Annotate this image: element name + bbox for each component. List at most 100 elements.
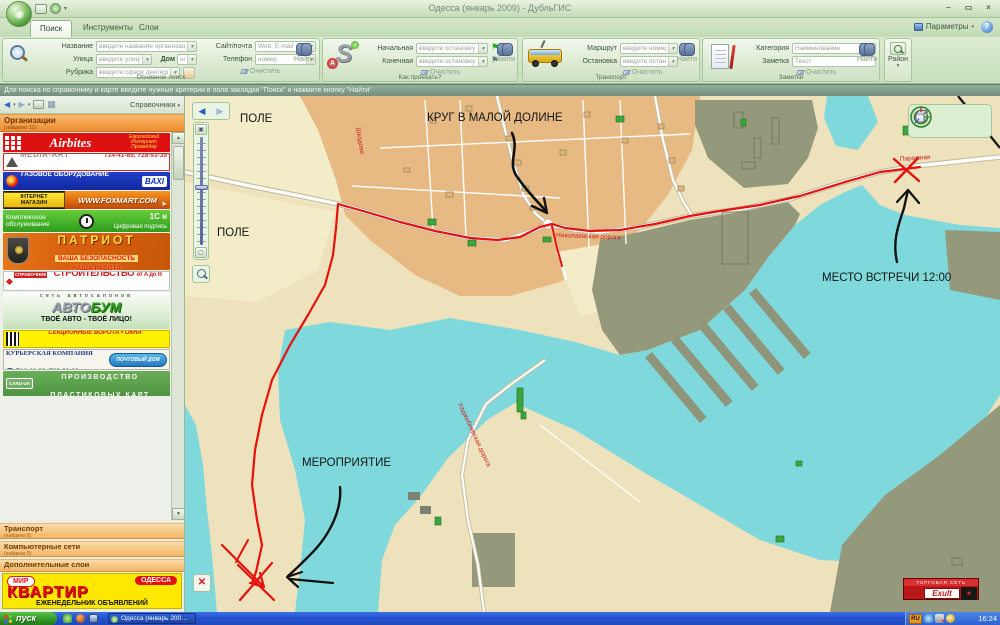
ad-banner-mir-kvartir[interactable]: МИР КВАРТИР ОДЕССА ЕЖЕНЕДЕЛЬНИК ОБЪЯВЛЕН…: [2, 573, 182, 609]
ad-banner-exult[interactable]: ТОРГОВАЯ СЕТЬ Exult ✶: [903, 578, 979, 600]
map-back-icon[interactable]: ◀: [199, 103, 206, 119]
quick-launch: [63, 614, 98, 623]
sidebar-section-extra-layers[interactable]: Дополнительные слои: [0, 559, 184, 572]
results-header-organizations[interactable]: Организации (найдено 11): [0, 114, 184, 132]
back-caret-icon[interactable]: ▾: [13, 102, 16, 108]
find-organizations-button[interactable]: Найти: [291, 40, 317, 76]
zoom-thumb[interactable]: [195, 185, 208, 190]
stroit-range: от А до Я: [137, 272, 162, 278]
cube-3d-icon[interactable]: [909, 105, 933, 129]
name-label: Название: [37, 43, 93, 50]
dropdown-caret-icon[interactable]: ▾: [478, 57, 487, 66]
transport-stop-input[interactable]: ▾: [620, 56, 678, 67]
water-north-inlet: [824, 96, 878, 150]
dropdown-caret-icon[interactable]: ▾: [142, 55, 151, 64]
ad-banner-stroitelstvo[interactable]: ◆ СПРАВОЧНИК☎ 34-50-89 СТРОИТЕЛЬСТВО от …: [3, 271, 170, 291]
find-transport-button[interactable]: Найти: [674, 40, 700, 76]
options-menu[interactable]: Параметры ▾: [914, 22, 974, 31]
forward-icon[interactable]: ▶: [19, 100, 25, 109]
map-forward-icon[interactable]: ▶: [217, 103, 224, 119]
taskbar-task-dublgis[interactable]: Одесса (январь 200…: [108, 613, 196, 624]
street-input[interactable]: ▾: [96, 54, 152, 65]
quick-launch-icon-2[interactable]: [76, 614, 85, 623]
tab-search[interactable]: Поиск: [30, 20, 72, 37]
binoculars-icon: [497, 43, 513, 55]
ad-banner-1c-service[interactable]: Комплексноеобслуживание 1С иЦифровая под…: [3, 210, 170, 232]
quick-launch-icon-3[interactable]: [89, 614, 98, 623]
dropdown-caret-icon[interactable]: ▾: [478, 44, 487, 53]
ribbon-group-route: SA Начальная ▾ ⚑ Конечная ▾ ⚑ Очистить Н…: [322, 38, 518, 82]
quick-launch-icon-1[interactable]: [63, 614, 72, 623]
ribbon-group-transport: Маршрут ▾ Остановка ▾ Очистить Найти Тра…: [522, 38, 700, 82]
ad-banner-airbites[interactable]: Airbites Европейский Интернет Провайдер: [3, 133, 170, 152]
shield-icon: [7, 237, 29, 264]
zoom-track[interactable]: [200, 137, 203, 245]
exult-emblem-icon: ✶: [961, 587, 977, 600]
dropdown-caret-icon[interactable]: ▾: [187, 42, 196, 51]
stroit-url: WWW.STROIT.ALTERNATIVA.COM.UA: [67, 290, 147, 291]
route-from-input[interactable]: ▾: [416, 43, 488, 54]
ribbon-tab-strip: Поиск Инструменты Слои Параметры ▾ ?: [0, 18, 1000, 37]
onec-left1: Комплексное: [6, 214, 46, 221]
close-button[interactable]: ×: [982, 3, 995, 13]
volume-muted-icon[interactable]: [935, 614, 944, 623]
tab-layers[interactable]: Слои: [130, 20, 167, 37]
forward-caret-icon[interactable]: ▾: [28, 102, 31, 108]
map-zoom-slider[interactable]: ▣ ▢: [193, 122, 209, 260]
options-label: Параметры: [926, 22, 969, 31]
sidebar-scrollbar[interactable]: ▲ ▼: [171, 132, 184, 520]
center-map-button[interactable]: ✕: [193, 574, 211, 592]
ad-banner-gates[interactable]: СЕКЦИОННЫЕ ВОРОТА • ОКНАМАРКИЗЫ • РОЛЛЕТ…: [3, 330, 170, 348]
ad-banner-baxi[interactable]: ГАЗОВОЕ ОБОРУДОВАНИЕГАРАНТИЯ-МОНТАЖ-СЕРВ…: [3, 172, 170, 190]
scroll-up-icon[interactable]: ▲: [172, 132, 185, 144]
restore-button[interactable]: ▭: [962, 3, 975, 13]
ad-banner-avtoboom[interactable]: сеть автосалонов АВТОБУМ ТВОЁ АВТО - ТВО…: [3, 292, 170, 329]
annotation-pole-1: ПОЛЕ: [240, 113, 273, 125]
ad-banner-card-ua[interactable]: CARD-UA ПРОИЗВОДСТВОПЛАСТИКОВЫХ КАРТ: [3, 371, 170, 396]
phone-label: Телефон: [200, 56, 252, 63]
options-caret-icon: ▾: [971, 24, 974, 30]
help-button[interactable]: ?: [981, 21, 993, 33]
airbites-logo-icon: [5, 136, 21, 150]
cd-tray-icon[interactable]: [946, 614, 955, 623]
windows-flag-icon: [4, 614, 12, 623]
name-input[interactable]: ▾: [96, 41, 197, 52]
back-icon[interactable]: ◀: [4, 100, 10, 109]
ad-banner-foxmart[interactable]: ІНТЕРНЕТ МАГАЗИН WWW.FOXMART.COM➤: [3, 191, 170, 209]
map-tools-panel: [908, 104, 992, 138]
app-orb-button[interactable]: [6, 1, 32, 27]
district-button[interactable]: Район ▾: [884, 38, 912, 82]
ad-banner-patriot[interactable]: ПАТРИОТ ВАША БЕЗОПАСНОСТЬ НАША РАБОТА: [3, 233, 170, 270]
transport-route-input[interactable]: ▾: [620, 43, 678, 54]
messenger-tray-icon[interactable]: [924, 614, 933, 623]
dropdown-caret-icon[interactable]: ▾: [187, 55, 196, 64]
stroit-brand: СТРОИТЕЛЬСТВО: [53, 271, 134, 279]
house-input[interactable]: ▾: [177, 54, 197, 65]
window-title: Одесса (январь 2009) - ДубльГИС: [0, 3, 1000, 13]
minimize-button[interactable]: –: [942, 3, 955, 13]
map-viewport[interactable]: Шкодова Николаевская дорога Паромная Хад…: [185, 96, 1000, 612]
annotation-meeting: МЕСТО ВСТРЕЧИ 12:00: [822, 272, 951, 284]
zoom-out-icon[interactable]: ▢: [195, 247, 207, 258]
magnifier-tool-button[interactable]: [192, 265, 210, 283]
sidebar-section-networks[interactable]: Компьютерные сети (найдено 0): [0, 541, 184, 557]
sidebar-section-transport[interactable]: Транспорт (найдено 0): [0, 523, 184, 539]
ad-banner-courier[interactable]: КУРЬЕРСКАЯ КОМПАНИЯ☎ 714-41-89, 728-93-3…: [3, 349, 170, 370]
print-list-icon[interactable]: [33, 100, 44, 109]
route-to-input[interactable]: ▾: [416, 56, 488, 67]
columns-icon[interactable]: ▦: [47, 100, 56, 109]
avtoboom-brand2: БУМ: [90, 299, 121, 315]
directories-menu[interactable]: Справочники ▾: [130, 100, 180, 109]
scroll-down-icon[interactable]: ▼: [172, 508, 185, 520]
find-notes-button[interactable]: Найти: [854, 40, 880, 76]
scroll-thumb[interactable]: [173, 146, 184, 180]
ad-banner-media-art[interactable]: MEDIA-ARTТИПОГРАФИЯ 714-41-89, 728-93-39…: [3, 153, 170, 171]
zoom-in-icon[interactable]: ▣: [195, 124, 207, 135]
find-route-button[interactable]: Найти: [492, 40, 518, 76]
cardua-line2: ПЛАСТИКОВЫХ КАРТ: [50, 392, 149, 397]
group-title-main-search: Основной поиск: [3, 74, 319, 81]
start-button[interactable]: пуск: [0, 612, 57, 625]
language-indicator[interactable]: RU: [909, 614, 922, 624]
onec-left2: обслуживание: [6, 221, 49, 228]
map-canvas[interactable]: Шкодова Николаевская дорога Паромная Хад…: [185, 96, 1000, 612]
